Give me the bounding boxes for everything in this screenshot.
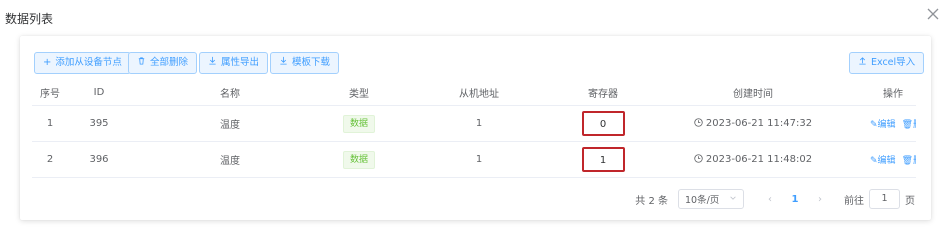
next-page-button[interactable]: › [810,194,830,205]
edit-icon: ✎ [870,156,878,166]
table-row: 2 396 温度 数据 1 1 2023-06-21 11:48:02 ✎编辑 … [32,142,916,178]
cell-type: 数据 [330,114,388,133]
cell-id: 395 [89,118,109,129]
export-attributes-label: 属性导出 [221,57,260,68]
page-number-current[interactable]: 1 [784,194,806,205]
add-slave-node-label: 添加从设备节点 [55,57,122,68]
pagination-total: 共 2 条 [635,195,668,207]
delete-label: 删除 [913,120,916,130]
delete-all-label: 全部删除 [150,57,189,68]
register-value: 1 [581,147,625,172]
chevron-right-icon: › [818,193,822,205]
type-tag: 数据 [342,114,375,133]
table-row: 1 395 温度 数据 1 0 2023-06-21 11:47:32 ✎编辑 … [32,106,916,142]
pagination: 共 2 条 10条/页 ‹ 1 › 前往 1 页 [635,189,915,209]
goto-page-input[interactable]: 1 [869,189,900,209]
export-attributes-button[interactable]: 属性导出 [199,52,269,74]
header-slave-addr: 从机地址 [459,89,499,100]
goto-label: 前往 [844,195,864,207]
excel-import-button[interactable]: Excel导入 [849,52,925,74]
edit-button[interactable]: ✎编辑 [870,117,896,130]
delete-label: 删除 [913,156,916,166]
cell-type: 数据 [330,150,388,169]
add-slave-node-button[interactable]: + 添加从设备节点 [34,52,131,74]
excel-import-label: Excel导入 [871,57,916,68]
cell-id: 396 [89,154,109,165]
data-table: 序号 ID 名称 类型 从机地址 寄存器 创建时间 操作 1 395 温度 数据… [32,80,916,178]
cell-register: 0 [570,111,636,136]
cell-ops: ✎编辑 🗑删除 [870,117,916,130]
upload-icon [858,53,867,73]
page-size-value: 10条/页 [685,195,720,206]
chevron-left-icon: ‹ [768,193,772,205]
header-id: ID [93,87,105,98]
cell-created: 2023-06-21 11:47:32 [636,118,870,129]
template-download-button[interactable]: 模板下载 [270,52,340,74]
cell-slave-addr: 1 [475,118,483,129]
delete-all-button[interactable]: 全部删除 [128,52,198,74]
header-ops: 操作 [883,89,903,100]
download-icon [279,53,288,73]
cell-seq: 1 [46,118,54,129]
page-unit-label: 页 [905,195,915,207]
cell-register: 1 [570,147,636,172]
page-size-select[interactable]: 10条/页 [678,189,744,209]
cell-seq: 2 [46,154,54,165]
cell-slave-addr: 1 [475,154,483,165]
close-icon[interactable] [926,6,940,20]
plus-icon: + [43,57,52,68]
trash-icon [137,53,146,73]
header-seq: 序号 [40,89,60,100]
trash-icon: 🗑 [901,156,913,166]
cell-ops: ✎编辑 🗑删除 [870,153,916,166]
download-icon [208,53,217,73]
table-header: 序号 ID 名称 类型 从机地址 寄存器 创建时间 操作 [32,80,916,106]
header-created: 创建时间 [733,89,773,100]
header-name: 名称 [220,89,240,100]
header-type: 类型 [349,89,369,100]
prev-page-button[interactable]: ‹ [760,194,780,205]
data-card: + 添加从设备节点 全部删除 属性导出 模板下载 Excel导入 序号 ID 名… [20,36,931,220]
cell-created: 2023-06-21 11:48:02 [636,154,870,165]
created-time: 2023-06-21 11:48:02 [705,154,813,165]
cell-name: 温度 [220,120,240,131]
edit-label: 编辑 [877,120,896,130]
dialog-title: 数据列表 [5,12,54,26]
trash-icon: 🗑 [901,120,913,130]
cell-name: 温度 [220,156,240,167]
register-value: 0 [581,111,625,136]
clock-icon [694,118,703,127]
chevron-down-icon [729,194,737,205]
clock-icon [694,154,703,163]
template-download-label: 模板下载 [292,57,331,68]
created-time: 2023-06-21 11:47:32 [705,118,813,129]
edit-button[interactable]: ✎编辑 [870,153,896,166]
edit-label: 编辑 [877,156,896,166]
header-register: 寄存器 [588,89,618,100]
type-tag: 数据 [342,150,375,169]
edit-icon: ✎ [870,120,878,130]
delete-button[interactable]: 🗑删除 [902,117,916,130]
delete-button[interactable]: 🗑删除 [902,153,916,166]
